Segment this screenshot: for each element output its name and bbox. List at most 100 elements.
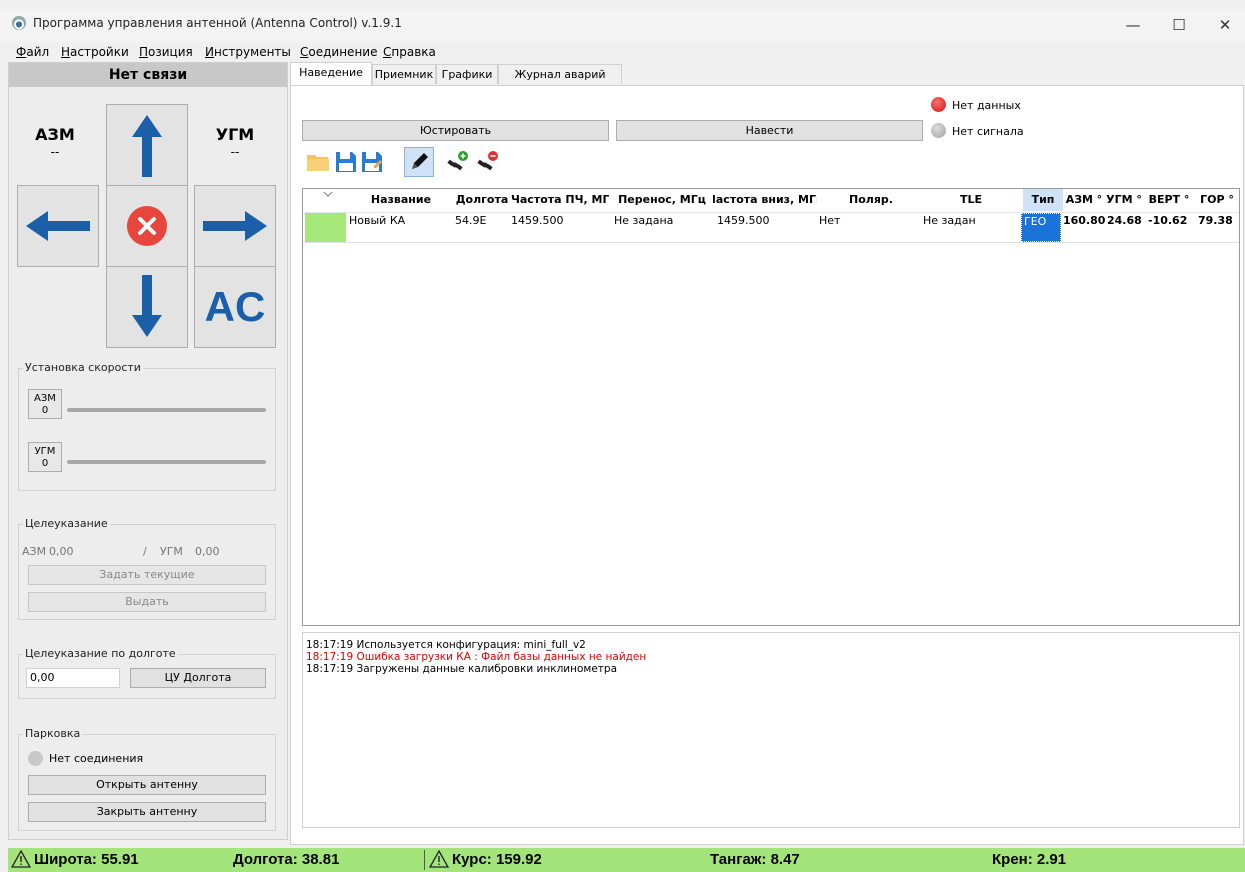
remove-satellite-icon[interactable] [476,150,500,174]
open-antenna-button[interactable]: Открыть антенну [28,775,266,795]
menu-help[interactable]: Справка [383,45,436,59]
target-azm-label: АЗМ [22,545,47,558]
header-polarization[interactable]: Поляр. [819,189,923,211]
control-panel: Нет связи АЗМ -- УГМ -- AC Установка ско… [8,62,288,840]
header-freq-down[interactable]: Частота вниз, МГц [713,189,817,211]
log-line: 18:17:19 Загружены данные калибровки инк… [306,663,618,675]
arrow-down-icon [132,275,162,337]
save-icon[interactable] [334,150,358,174]
set-current-button[interactable]: Задать текущие [28,565,266,585]
menu-settings[interactable]: Настройки [61,45,129,59]
speed-group: Установка скорости АЗМ 0 УГМ 0 [18,361,276,491]
folder-open-icon[interactable] [306,150,330,174]
stop-button[interactable] [106,185,188,267]
point-button[interactable]: Навести [616,120,923,141]
ac-button[interactable]: AC [194,266,276,348]
signal-status-text: Нет сигнала [952,125,1024,138]
move-left-button[interactable] [17,185,99,267]
header-azm[interactable]: АЗМ ° [1063,189,1105,211]
header-ugm[interactable]: УГМ ° [1105,189,1143,211]
close-button[interactable]: ✕ [1202,10,1245,40]
issue-button[interactable]: Выдать [28,592,266,612]
add-satellite-icon[interactable] [446,150,470,174]
longitude-target-button[interactable]: ЦУ Долгота [130,668,266,688]
speed-azm-label: АЗМ [34,393,56,404]
cell-polarization: Нет [819,214,841,227]
target-group: Целеуказание АЗМ 0,00 / УГМ 0,00 Задать … [18,517,276,620]
arrow-left-icon [26,211,90,241]
window-title: Программа управления антенной (Antenna C… [33,16,402,30]
cell-type-selected[interactable]: ГЕО [1021,213,1061,242]
row-divider [303,242,1239,243]
minimize-button[interactable]: — [1110,10,1156,40]
ugm-value: -- [230,145,240,159]
cell-vert: -10.62 [1148,214,1188,227]
menu-position[interactable]: Позиция [139,45,193,59]
target-ugm-label: УГМ [160,545,183,558]
speed-azm-button[interactable]: АЗМ 0 [28,389,62,419]
app-window: Программа управления антенной (Antenna C… [0,0,1245,872]
header-tle[interactable]: TLE [923,189,1019,211]
longitude-target-group: Целеуказание по долготе 0,00 ЦУ Долгота [18,647,276,699]
row-status-cell [305,213,346,242]
tab-pointing[interactable]: Наведение [290,62,372,85]
parking-group: Парковка Нет соединения Открыть антенну … [18,727,276,831]
data-status-led [931,97,946,112]
header-vert[interactable]: ВЕРТ ° [1143,189,1195,211]
header-type[interactable]: Тип [1023,189,1063,211]
connection-status: Нет связи [9,63,287,87]
azm-label: АЗМ [35,125,75,144]
stop-icon [127,206,167,246]
status-separator [424,850,425,870]
longitude-readout: Долгота: 38.81 [233,851,340,868]
speed-ugm-label: УГМ [34,446,56,457]
cell-longitude: 54.9E [455,214,487,227]
tab-receiver[interactable]: Приемник [372,64,436,84]
target-azm-value: 0,00 [49,545,74,558]
menu-connection[interactable]: Соединение [300,45,377,59]
cell-name: Новый КА [349,214,406,227]
data-status-text: Нет данных [952,99,1021,112]
cell-freq-if: 1459.500 [511,214,564,227]
tab-alarm-log[interactable]: Журнал аварий [498,64,622,84]
cell-ugm: 24.68 [1107,214,1142,227]
tab-charts[interactable]: Графики [436,64,498,84]
cell-freq-down: 1459.500 [717,214,770,227]
azm-value: -- [50,145,60,159]
target-group-title: Целеуказание [23,517,110,530]
adjust-button[interactable]: Юстировать [302,120,609,141]
speed-azm-slider[interactable] [67,408,266,412]
log-line: 18:17:19 Используется конфигурация: mini… [306,639,586,651]
signal-status-led [931,123,946,138]
move-right-button[interactable] [194,185,276,267]
edit-mode-toggle[interactable] [404,147,434,177]
roll-readout: Крен: 2.91 [992,851,1067,868]
sort-chevron-icon[interactable] [323,191,333,197]
maximize-button[interactable]: ☐ [1156,10,1202,40]
close-antenna-button[interactable]: Закрыть антенну [28,802,266,822]
header-hor[interactable]: ГОР ° [1195,189,1239,211]
pencil-icon [412,153,428,169]
speed-ugm-slider[interactable] [67,460,266,464]
event-log[interactable]: 18:17:19 Используется конфигурация: mini… [302,632,1240,828]
menu-bar: Файл Настройки Позиция Инструменты Соеди… [0,42,1245,62]
save-as-icon[interactable] [360,150,384,174]
move-down-button[interactable] [106,266,188,348]
move-up-button[interactable] [106,104,188,186]
menu-tools[interactable]: Инструменты [205,45,291,59]
longitude-input[interactable]: 0,00 [26,668,120,688]
status-bar: Широта: 55.91 Долгота: 38.81 Курс: 159.9… [8,848,1245,872]
target-separator: / [143,545,147,558]
header-longitude[interactable]: Долгота [453,189,511,211]
header-name[interactable]: Название [349,189,453,211]
satellite-table[interactable]: Название Долгота Частота ПЧ, МГц Перенос… [302,188,1240,626]
antenna-app-icon [12,16,26,30]
speed-ugm-value: 0 [41,458,49,469]
menu-file[interactable]: Файл [16,45,49,59]
arrow-right-icon [203,211,267,241]
header-shift[interactable]: Перенос, МГц [611,189,713,211]
header-freq-if[interactable]: Частота ПЧ, МГц [511,189,609,211]
parking-title: Парковка [23,727,83,740]
speed-ugm-button[interactable]: УГМ 0 [28,442,62,472]
speed-azm-value: 0 [41,405,49,416]
